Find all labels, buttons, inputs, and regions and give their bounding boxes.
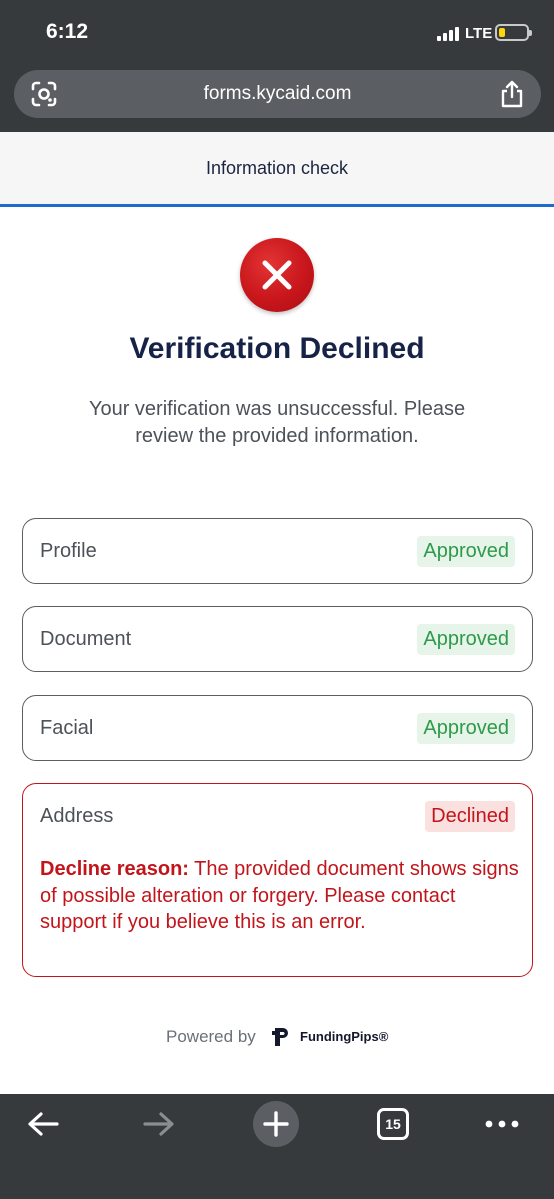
decline-reason-label: Decline reason: [40,858,189,880]
result-subtitle: Your verification was unsuccessful. Plea… [88,398,466,447]
check-label: Address [40,805,114,827]
browser-bottom-bar: 15 [0,1094,554,1199]
status-badge: Declined [425,801,515,832]
share-icon[interactable] [499,80,525,108]
url-text: forms.kycaid.com [203,83,352,104]
address-bar[interactable]: forms.kycaid.com [14,70,541,118]
status-badge: Approved [417,713,515,744]
battery-icon [495,24,532,41]
check-label: Facial [40,717,94,739]
check-facial: Facial Approved [22,695,533,761]
network-type: LTE [465,25,493,42]
check-address: Address Declined Decline reason: The pro… [22,783,533,977]
page-header: Information check [0,132,554,207]
cellular-signal-icon [437,25,459,41]
more-options-icon[interactable] [484,1118,520,1130]
status-badge: Approved [417,536,515,567]
check-profile: Profile Approved [22,518,533,584]
back-arrow-icon[interactable] [26,1110,60,1138]
page-title: Information check [205,158,349,178]
status-bar: 6:12 LTE [0,0,554,64]
decline-reason: Decline reason: The provided document sh… [40,856,520,936]
check-document: Document Approved [22,606,533,672]
check-label: Profile [40,540,97,562]
declined-x-icon [240,238,314,312]
new-tab-button[interactable] [253,1101,299,1147]
status-time: 6:12 [46,20,89,43]
fundingpips-brand: FundingPips® [300,1029,389,1044]
status-badge: Approved [417,624,515,655]
result-heading: Verification Declined [129,332,425,365]
powered-by-text: Powered by [166,1027,256,1046]
forward-arrow-icon[interactable] [142,1110,176,1138]
fundingpips-logo-icon [272,1028,288,1046]
check-label: Document [40,628,132,650]
plus-icon [263,1111,289,1137]
tab-switcher-button[interactable]: 15 [377,1108,409,1140]
browser-toolbar: forms.kycaid.com [0,64,554,132]
